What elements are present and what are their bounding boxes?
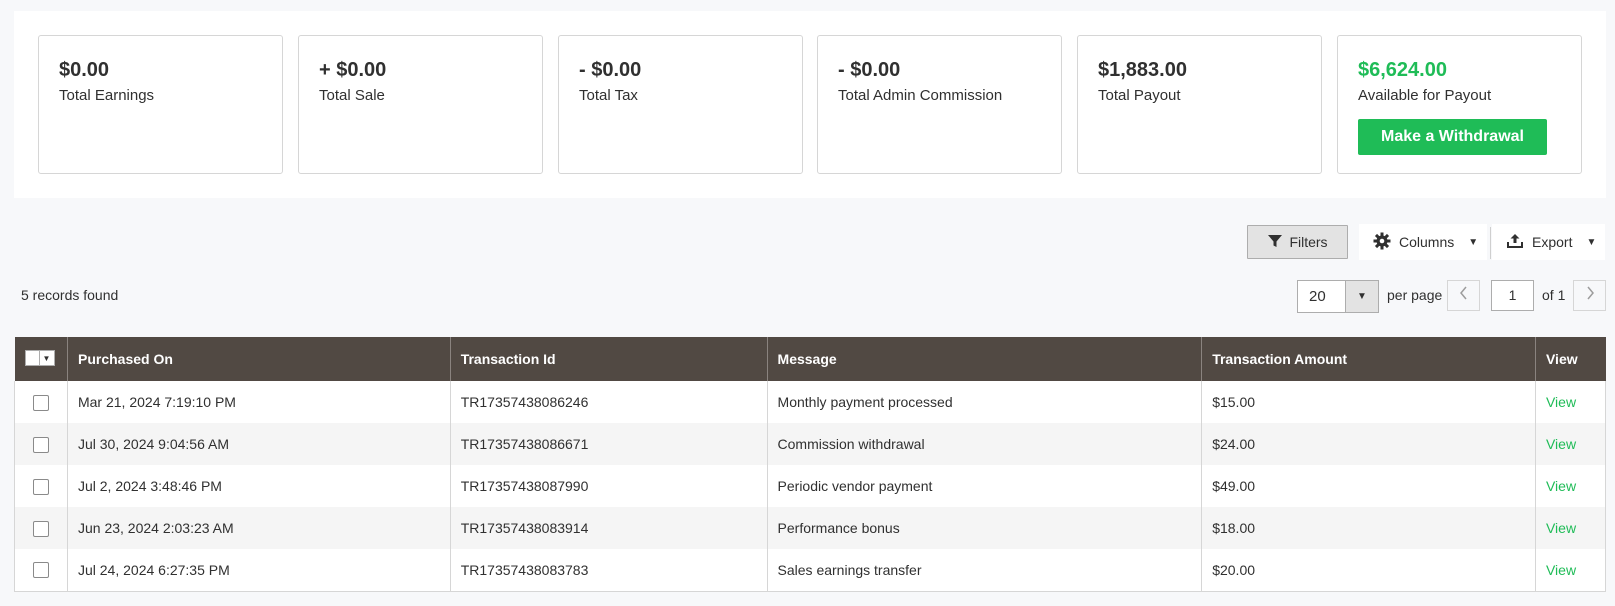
row-checkbox[interactable] xyxy=(32,478,49,495)
message-cell: Periodic vendor payment xyxy=(766,465,1202,507)
filters-label: Filters xyxy=(1289,234,1328,250)
available-payout-card: $6,624.00 Available for Payout Make a Wi… xyxy=(1337,35,1582,174)
amount-cell: $15.00 xyxy=(1201,381,1536,423)
total-tax-amount: - $0.00 xyxy=(579,59,642,81)
total-tax-label: Total Tax xyxy=(579,87,638,104)
per-page-value: 20 xyxy=(1309,288,1326,305)
chevron-right-icon xyxy=(1585,286,1595,305)
total-payout-amount: $1,883.00 xyxy=(1098,59,1187,81)
view-link[interactable]: View xyxy=(1546,478,1576,494)
row-checkbox[interactable] xyxy=(32,562,49,579)
transactions-table: ▼ Purchased On Transaction Id Message Tr… xyxy=(14,337,1606,592)
amount-cell: $49.00 xyxy=(1201,465,1536,507)
page-of-label: of 1 xyxy=(1542,287,1566,303)
total-payout-card: $1,883.00 Total Payout xyxy=(1077,35,1322,174)
export-label: Export xyxy=(1532,234,1573,250)
caret-down-icon: ▼ xyxy=(1468,236,1479,248)
purchased-on-cell: Mar 21, 2024 7:19:10 PM xyxy=(66,381,451,423)
total-sale-label: Total Sale xyxy=(319,87,385,104)
purchased-on-cell: Jul 30, 2024 9:04:56 AM xyxy=(66,423,451,465)
table-header-row: ▼ Purchased On Transaction Id Message Tr… xyxy=(14,337,1606,381)
total-admin-commission-card: - $0.00 Total Admin Commission xyxy=(817,35,1062,174)
row-checkbox[interactable] xyxy=(32,436,49,453)
transaction-id-cell: TR17357438086246 xyxy=(449,381,768,423)
transaction-id-cell: TR17357438083783 xyxy=(449,549,768,591)
purchased-on-cell: Jun 23, 2024 2:03:23 AM xyxy=(66,507,451,549)
column-header-transaction-amount[interactable]: Transaction Amount xyxy=(1201,337,1536,381)
table-row: Jul 30, 2024 9:04:56 AM TR17357438086671… xyxy=(14,423,1606,465)
table-row: Jul 24, 2024 6:27:35 PM TR17357438083783… xyxy=(14,549,1606,591)
next-page-button[interactable] xyxy=(1573,280,1606,311)
table-row: Jun 23, 2024 2:03:23 AM TR17357438083914… xyxy=(14,507,1606,549)
total-admin-commission-label: Total Admin Commission xyxy=(838,87,1003,104)
message-cell: Performance bonus xyxy=(766,507,1202,549)
total-sale-card: + $0.00 Total Sale xyxy=(298,35,543,174)
toolbar-divider xyxy=(1490,227,1491,259)
message-cell: Commission withdrawal xyxy=(766,423,1202,465)
total-earnings-label: Total Earnings xyxy=(59,87,155,104)
transaction-id-cell: TR17357438086671 xyxy=(449,423,768,465)
filters-button[interactable]: Filters xyxy=(1247,225,1348,259)
column-header-transaction-id[interactable]: Transaction Id xyxy=(449,337,768,381)
funnel-icon xyxy=(1267,233,1283,252)
mass-select-dropdown[interactable]: ▼ xyxy=(24,350,55,366)
export-button[interactable]: Export ▼ xyxy=(1492,224,1605,260)
message-cell: Sales earnings transfer xyxy=(766,549,1202,591)
view-link[interactable]: View xyxy=(1546,436,1576,452)
caret-down-icon[interactable]: ▼ xyxy=(38,351,54,365)
column-header-view: View xyxy=(1534,337,1606,381)
per-page-select[interactable]: 20 ▼ xyxy=(1297,280,1379,313)
view-link[interactable]: View xyxy=(1546,562,1576,578)
view-link[interactable]: View xyxy=(1546,394,1576,410)
caret-down-icon: ▼ xyxy=(1586,236,1597,248)
transaction-id-cell: TR17357438087990 xyxy=(449,465,768,507)
total-admin-commission-amount: - $0.00 xyxy=(838,59,901,81)
total-earnings-amount: $0.00 xyxy=(59,59,110,81)
total-payout-label: Total Payout xyxy=(1098,87,1181,104)
view-link[interactable]: View xyxy=(1546,520,1576,536)
table-row: Jul 2, 2024 3:48:46 PM TR17357438087990 … xyxy=(14,465,1606,507)
amount-cell: $18.00 xyxy=(1201,507,1536,549)
caret-down-icon[interactable]: ▼ xyxy=(1345,281,1378,312)
chevron-left-icon xyxy=(1459,286,1469,305)
available-payout-label: Available for Payout xyxy=(1358,87,1492,104)
available-payout-amount: $6,624.00 xyxy=(1358,59,1447,81)
previous-page-button[interactable] xyxy=(1447,280,1480,311)
records-found: 5 records found xyxy=(21,287,119,303)
total-earnings-card: $0.00 Total Earnings xyxy=(38,35,283,174)
per-page-label: per page xyxy=(1387,287,1443,303)
amount-cell: $20.00 xyxy=(1201,549,1536,591)
select-all-header: ▼ xyxy=(14,337,68,381)
row-checkbox[interactable] xyxy=(32,394,49,411)
transaction-id-cell: TR17357438083914 xyxy=(449,507,768,549)
row-checkbox[interactable] xyxy=(32,520,49,537)
amount-cell: $24.00 xyxy=(1201,423,1536,465)
purchased-on-cell: Jul 2, 2024 3:48:46 PM xyxy=(66,465,451,507)
total-tax-card: - $0.00 Total Tax xyxy=(558,35,803,174)
total-sale-amount: + $0.00 xyxy=(319,59,387,81)
purchased-on-cell: Jul 24, 2024 6:27:35 PM xyxy=(66,549,451,591)
column-header-message[interactable]: Message xyxy=(766,337,1202,381)
columns-label: Columns xyxy=(1399,234,1455,250)
select-all-checkbox[interactable] xyxy=(25,351,39,365)
message-cell: Monthly payment processed xyxy=(766,381,1202,423)
table-row: Mar 21, 2024 7:19:10 PM TR17357438086246… xyxy=(14,381,1606,423)
upload-icon xyxy=(1506,233,1524,252)
current-page-input[interactable]: 1 xyxy=(1491,280,1534,311)
gear-icon xyxy=(1373,232,1391,253)
make-withdrawal-button[interactable]: Make a Withdrawal xyxy=(1358,119,1547,155)
column-header-purchased-on[interactable]: Purchased On xyxy=(66,337,451,381)
columns-button[interactable]: Columns ▼ xyxy=(1359,224,1487,260)
earnings-summary-panel: $0.00 Total Earnings + $0.00 Total Sale … xyxy=(14,11,1606,198)
